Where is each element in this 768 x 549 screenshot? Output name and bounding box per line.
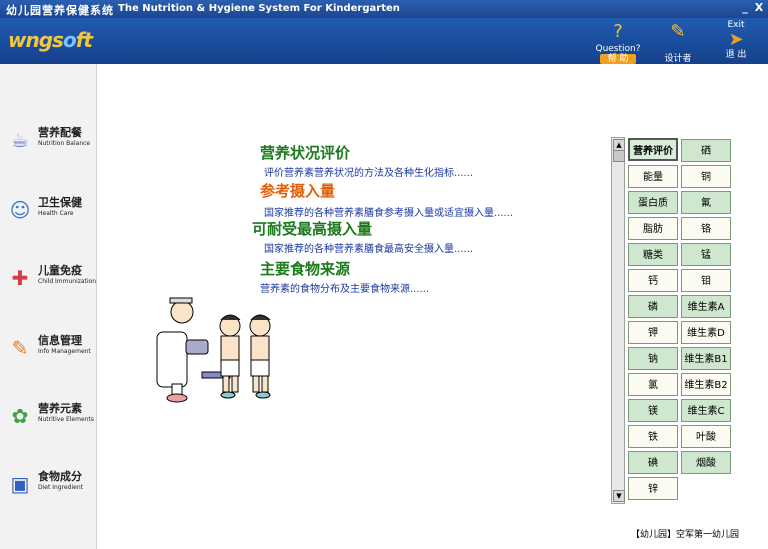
vaccine-icon: ✚ [11, 266, 29, 290]
nutrient-btn-vitamin-c[interactable]: 维生素C [681, 399, 731, 422]
title-bar: 幼儿园营养保健系统 The Nutrition & Hygiene System… [0, 0, 768, 18]
nutrient-btn-magnesium[interactable]: 镁 [628, 399, 678, 422]
nutrient-btn-manganese[interactable]: 锰 [681, 243, 731, 266]
nutrient-btn-niacin[interactable]: 烟酸 [681, 451, 731, 474]
nutrient-btn-folic-acid[interactable]: 叶酸 [681, 425, 731, 448]
minimize-button[interactable]: _ [739, 2, 751, 14]
nutrient-btn-vitamin-b1[interactable]: 维生素B1 [681, 347, 731, 370]
topic-desc-upper-limit: 国家推荐的各种营养素膳食最高安全摄入量...... [264, 244, 474, 255]
header-bar: wngsoft ? Question? 帮 助 ✎ 设计者 Exit ➤ 退 出 [0, 18, 768, 64]
elements-icon: ✿ [11, 404, 29, 428]
app-logo: wngsoft [8, 28, 93, 52]
nutrient-btn-vitamin-b2[interactable]: 维生素B2 [681, 373, 731, 396]
book-icon: ▣ [10, 472, 30, 496]
app-title-cn: 幼儿园营养保健系统 [6, 4, 114, 17]
nutrient-btn-fluorine[interactable]: 氟 [681, 191, 731, 214]
nutrient-btn-chlorine[interactable]: 氯 [628, 373, 678, 396]
nutrient-btn-phosphorus[interactable]: 磷 [628, 295, 678, 318]
nutrient-btn-carbs[interactable]: 糖类 [628, 243, 678, 266]
nutrient-btn-zinc[interactable]: 锌 [628, 477, 678, 500]
nutrient-btn-vitamin-a[interactable]: 维生素A [681, 295, 731, 318]
exit-label: 退 出 [725, 50, 747, 60]
doctor-children-illustration [156, 297, 271, 403]
help-label: 帮 助 [599, 54, 637, 64]
nutrient-btn-eval[interactable]: 营养评价 [628, 138, 678, 161]
kindergarten-name: 【幼儿园】空军第一幼儿园 [631, 530, 740, 540]
help-top-label: Question? [595, 44, 641, 54]
nutrient-panel: ▲ ▼ 营养评价 能量 蛋白质 脂肪 糖类 钙 磷 钾 钠 氯 镁 铁 碘 锌 … [611, 137, 739, 504]
designer-icon: ✎ [670, 21, 686, 42]
sidebar-item-health-care[interactable]: ☺ 卫生保健 Health Care [6, 192, 94, 232]
topic-title-status-eval[interactable]: 营养状况评价 [260, 142, 350, 163]
topic-desc-status-eval: 评价营养素营养状况的方法及各种生化指标...... [264, 168, 474, 179]
topic-title-upper-limit[interactable]: 可耐受最高摄入量 [252, 218, 372, 239]
nutrient-btn-copper[interactable]: 铜 [681, 165, 731, 188]
exit-icon: ➤ [728, 29, 744, 50]
topic-desc-food-sources: 营养素的食物分布及主要食物来源...... [260, 284, 430, 295]
nutrient-btn-iron[interactable]: 铁 [628, 425, 678, 448]
sidebar-item-info-management[interactable]: ✎ 信息管理 Info Management [6, 330, 94, 370]
designer-button[interactable]: ✎ 设计者 [654, 20, 702, 64]
info-icon: ✎ [11, 336, 29, 360]
nutrient-btn-sodium[interactable]: 钠 [628, 347, 678, 370]
nutrient-btn-calcium[interactable]: 钙 [628, 269, 678, 292]
sidebar-item-nutritive-elements[interactable]: ✿ 营养元素 Nutritive Elements [6, 398, 94, 438]
sidebar-item-diet-ingredient[interactable]: ▣ 食物成分 Diet Ingredient [6, 466, 94, 506]
topic-title-food-sources[interactable]: 主要食物来源 [260, 258, 350, 279]
nutrient-btn-vitamin-d[interactable]: 维生素D [681, 321, 731, 344]
nutrient-btn-fat[interactable]: 脂肪 [628, 217, 678, 240]
help-button[interactable]: ? Question? 帮 助 [594, 20, 642, 64]
close-button[interactable]: X [753, 2, 765, 14]
sidebar: ☕ 营养配餐 Nutrition Balance ☺ 卫生保健 Health C… [0, 64, 97, 549]
panel-scrollbar[interactable]: ▲ ▼ [611, 137, 625, 504]
nutrient-btn-chromium[interactable]: 铬 [681, 217, 731, 240]
scroll-down-icon[interactable]: ▼ [613, 490, 625, 502]
nutrient-btn-iodine[interactable]: 碘 [628, 451, 678, 474]
topic-desc-reference-intake: 国家推荐的各种营养素膳食参考摄入量或适宜摄入量...... [264, 208, 514, 219]
topic-title-reference-intake[interactable]: 参考摄入量 [260, 180, 335, 201]
nurse-icon: ☺ [9, 198, 31, 222]
exit-button[interactable]: Exit ➤ 退 出 [712, 20, 760, 62]
sidebar-item-nutrition-balance[interactable]: ☕ 营养配餐 Nutrition Balance [6, 122, 94, 162]
nutrient-btn-protein[interactable]: 蛋白质 [628, 191, 678, 214]
nutrient-btn-molybdenum[interactable]: 钼 [681, 269, 731, 292]
app-title-en: The Nutrition & Hygiene System For Kinde… [118, 3, 400, 14]
scroll-thumb[interactable] [613, 150, 625, 162]
nutrient-btn-energy[interactable]: 能量 [628, 165, 678, 188]
nutrient-btn-potassium[interactable]: 钾 [628, 321, 678, 344]
bowl-icon: ☕ [11, 128, 29, 152]
sidebar-item-child-immunization[interactable]: ✚ 儿童免疫 Child Immunization [6, 260, 96, 300]
question-icon: ? [613, 21, 623, 42]
designer-label: 设计者 [664, 54, 692, 64]
nutrient-btn-selenium[interactable]: 硒 [681, 139, 731, 162]
